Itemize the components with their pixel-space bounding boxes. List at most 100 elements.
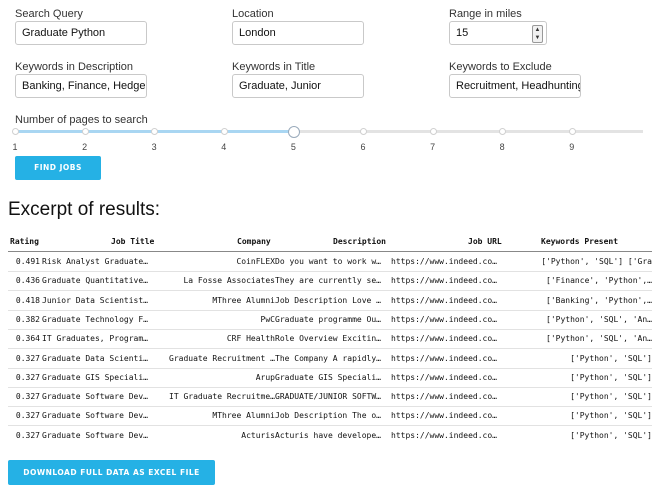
table-cell: Acturis: [241, 430, 275, 440]
download-excel-button[interactable]: DOWNLOAD FULL DATA AS EXCEL FILE: [8, 460, 215, 485]
table-cell: https://www.indeed.co…: [391, 295, 497, 305]
table-cell: Graduate GIS Speciali…: [42, 372, 148, 382]
table-cell: Acturis have develope…: [275, 430, 381, 440]
table-cell: 0.364: [15, 334, 40, 344]
keywords-description-input[interactable]: Banking, Finance, Hedge, P: [15, 74, 147, 98]
table-cell: Role Overview Excitin…: [275, 334, 381, 344]
pages-slider-tick[interactable]: [151, 128, 159, 135]
column-header: Keywords Present: [541, 237, 619, 246]
column-header: Description: [333, 237, 386, 246]
range-spinner[interactable]: ▲ ▼: [532, 25, 543, 43]
location-input[interactable]: London: [232, 21, 364, 45]
table-cell: MThree Alumni: [212, 295, 275, 305]
table-cell: ['Python', 'SQL']: [570, 353, 652, 363]
column-header: Company: [237, 237, 271, 246]
pages-slider-tick-label: 8: [499, 142, 505, 152]
table-cell: https://www.indeed.co…: [391, 430, 497, 440]
table-cell: Graduate GIS Speciali…: [275, 372, 381, 382]
table-cell: 0.382: [15, 314, 40, 324]
table-cell: Graduate Software Dev…: [42, 392, 148, 402]
table-row: 0.364 IT Graduates, Program… CRF Health Rol…: [8, 329, 652, 350]
range-input[interactable]: 15 ▲ ▼: [449, 21, 547, 45]
table-row: 0.327 Graduate Software Dev… IT Graduate R…: [8, 387, 652, 408]
table-cell: Graduate Data Scienti…: [42, 353, 148, 363]
table-cell: CoinFLEX: [236, 257, 275, 266]
table-cell: ['Python', 'SQL', 'An…: [546, 334, 652, 344]
table-cell: 0.327: [15, 392, 40, 402]
pages-slider-tick-label: 1: [12, 142, 18, 152]
table-cell: https://www.indeed.co…: [391, 353, 497, 363]
table-cell: ['Python', 'SQL', 'An…: [546, 314, 652, 324]
table-cell: ['Finance', 'Python',…: [546, 276, 652, 286]
table-cell: https://www.indeed.co…: [391, 334, 497, 344]
table-row: 0.436 Graduate Quantitative… La Fosse Asso…: [8, 271, 652, 292]
table-cell: https://www.indeed.co…: [391, 392, 497, 402]
table-cell: IT Graduates, Program…: [42, 334, 148, 344]
column-header: Job Title: [111, 237, 155, 246]
table-cell: La Fosse Associates: [183, 276, 275, 286]
keywords-exclude-input[interactable]: Recruitment, Headhunting: [449, 74, 581, 98]
table-cell: Graduate Software Dev…: [42, 411, 148, 421]
column-header: Rating: [10, 237, 39, 246]
keywords-exclude-label: Keywords to Exclude: [449, 61, 552, 73]
table-cell: 0.327: [15, 372, 40, 382]
table-row: 0.327 Graduate Software Dev… Acturis Acturi…: [8, 426, 652, 445]
results-table: Rating Job Title Company Description Job URL…: [8, 232, 652, 445]
table-cell: GRADUATE/JUNIOR SOFTW…: [275, 392, 381, 402]
search-query-input[interactable]: Graduate Python: [15, 21, 147, 45]
pages-slider-tick[interactable]: [12, 128, 19, 135]
pages-slider-tick[interactable]: [499, 128, 507, 135]
pages-slider-tick-label: 3: [151, 142, 157, 152]
table-row: 0.382 Graduate Technology F… PwC Graduate p…: [8, 310, 652, 330]
pages-slider-tick-label: 4: [221, 142, 227, 152]
table-cell: https://www.indeed.co…: [391, 276, 497, 286]
pages-slider-tick[interactable]: [220, 128, 228, 135]
table-cell: ['Python', 'SQL']: [570, 411, 652, 421]
table-cell: Job Description The o…: [275, 411, 381, 421]
table-cell: https://www.indeed.co…: [391, 257, 497, 266]
table-cell: ['Python', 'SQL']: [570, 430, 652, 440]
table-cell: Graduate Recruitment …: [169, 353, 275, 363]
pages-slider-tick-label: 2: [82, 142, 88, 152]
pages-slider-tick-label: 5: [290, 142, 296, 152]
pages-slider-tick[interactable]: [360, 128, 367, 135]
pages-slider-tick[interactable]: [568, 128, 576, 135]
table-cell: ['Python', 'SQL']: [570, 372, 652, 382]
spinner-down-icon[interactable]: ▼: [533, 34, 542, 42]
table-row: 0.491 Risk Analyst Graduate… CoinFLEX Do yo…: [8, 252, 652, 272]
location-label: Location: [232, 8, 274, 20]
table-cell: ['Python', 'SQL'] ['Gra: [541, 257, 652, 266]
table-cell: 0.327: [15, 411, 40, 421]
pages-slider-handle[interactable]: [288, 126, 300, 138]
table-row: 0.418 Junior Data Scientist… MThree Alumni…: [8, 291, 652, 311]
table-cell: 0.491: [15, 257, 40, 266]
table-cell: PwC: [260, 314, 275, 324]
table-cell: Do you want to work w…: [275, 257, 381, 266]
table-cell: ['Python', 'SQL']: [570, 392, 652, 402]
table-cell: ['Banking', 'Python',…: [546, 295, 652, 305]
spinner-up-icon[interactable]: ▲: [533, 26, 542, 34]
pages-slider-tick-label: 7: [430, 142, 436, 152]
pages-slider-label: Number of pages to search: [15, 114, 148, 126]
table-cell: The Company A rapidly…: [275, 353, 381, 363]
keywords-title-label: Keywords in Title: [232, 61, 316, 73]
table-cell: Graduate Technology F…: [42, 314, 148, 324]
range-value: 15: [456, 27, 469, 39]
range-label: Range in miles: [449, 8, 522, 20]
table-cell: Graduate programme Ou…: [275, 314, 381, 324]
table-cell: Risk Analyst Graduate…: [42, 257, 148, 266]
table-cell: Graduate Software Dev…: [42, 430, 148, 440]
find-jobs-button[interactable]: FIND JOBS: [15, 156, 101, 180]
table-row: 0.327 Graduate Software Dev… MThree Alumni…: [8, 406, 652, 427]
table-cell: 0.436: [15, 276, 40, 286]
pages-slider-tick[interactable]: [429, 128, 437, 135]
pages-slider-tick[interactable]: [81, 128, 89, 135]
table-cell: They are currently se…: [275, 276, 381, 286]
search-query-label: Search Query: [15, 8, 83, 20]
table-cell: CRF Health: [226, 334, 275, 344]
table-cell: Arup: [255, 372, 275, 382]
keywords-title-input[interactable]: Graduate, Junior: [232, 74, 364, 98]
column-header: Job URL: [468, 237, 502, 246]
table-cell: 0.327: [15, 353, 40, 363]
table-cell: Job Description Love …: [275, 295, 381, 305]
